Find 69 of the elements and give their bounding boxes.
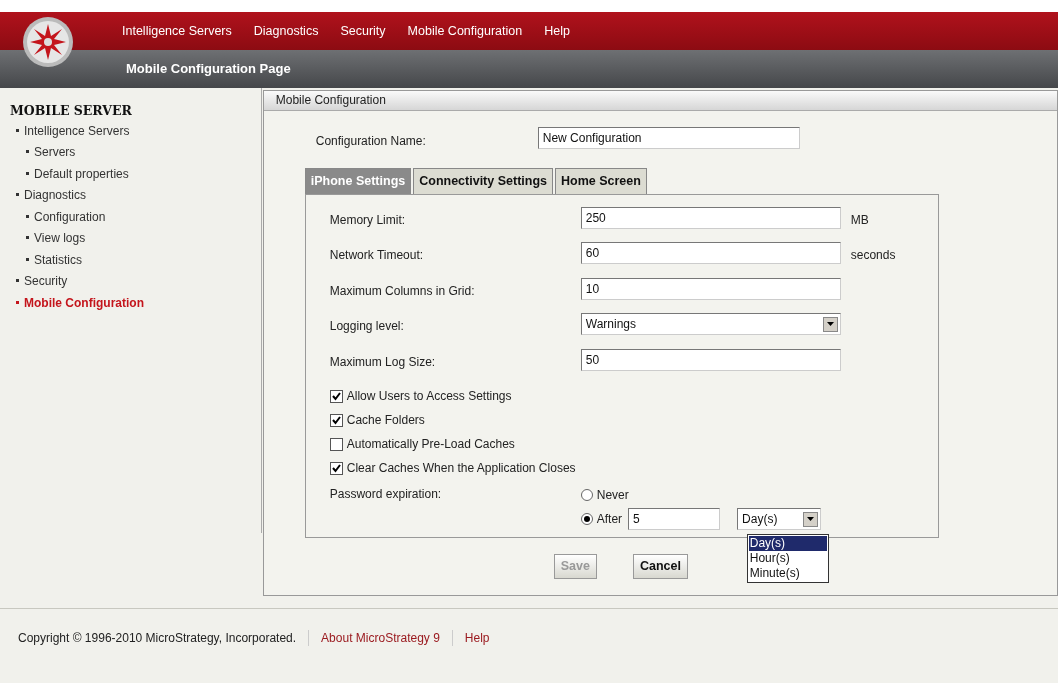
sidebar-item[interactable]: Configuration [26,209,106,224]
sidebar-item[interactable]: Intelligence Servers [16,123,130,138]
radio-dot-icon [583,516,590,523]
bullet-icon [16,300,19,304]
sidebar-item[interactable]: Default properties [26,166,129,181]
bullet-icon [16,279,19,283]
nav-link-item[interactable]: Security [340,21,386,41]
checkbox[interactable] [329,413,343,427]
sidebar-item[interactable]: Security [16,274,68,289]
dropdown-value: Warnings [585,316,636,334]
dropdown-option[interactable]: Hour(s) [748,550,827,566]
nav-link-item[interactable]: Intelligence Servers [122,21,232,41]
sidebar-item[interactable]: View logs [26,231,86,246]
unit-label: seconds [849,247,896,265]
dropdown-caret-icon [822,316,838,332]
input-field[interactable]: 60 [580,242,841,265]
checkbox-label: Allow Users to Access Settings [346,388,512,406]
radio-label: Never [596,487,629,505]
input-field[interactable]: New Configuration [537,127,800,149]
checkbox[interactable] [329,437,343,451]
radio-button[interactable] [580,489,593,502]
field-label: Memory Limit: [329,211,407,229]
form-button[interactable]: Cancel [632,553,688,579]
bullet-icon [16,193,19,197]
bullet-icon [26,171,29,175]
bullet-icon [16,128,19,132]
dropdown-caret-icon [803,511,819,527]
tab[interactable]: Connectivity Settings [413,168,553,194]
bullet-icon [26,236,29,240]
dropdown-option[interactable]: Day(s) [748,535,827,551]
field-label: Configuration Name: [315,133,427,150]
field-label: Maximum Log Size: [329,353,437,371]
checkbox-label: Clear Caches When the Application Closes [346,460,576,478]
radio-label: After [596,511,623,529]
input-field[interactable]: 10 [580,277,841,300]
footer-link[interactable]: About MicroStrategy 9 [321,629,440,647]
sidebar-item[interactable]: Diagnostics [16,188,87,203]
field-label: Network Timeout: [329,247,425,265]
sidebar-item[interactable]: Servers [26,145,76,160]
nav-link-item[interactable]: Mobile Configuration [407,21,523,41]
unit-label: MB [849,211,869,229]
checkbox[interactable] [329,461,343,475]
nav-link-item[interactable]: Help [544,21,570,41]
page-title: Mobile Configuration Page [126,60,291,79]
dropdown-field[interactable]: Day(s) [737,508,822,531]
input-field[interactable]: 250 [580,206,841,229]
dropdown-value: Day(s) [742,511,778,529]
checkbox-label: Automatically Pre-Load Caches [346,436,515,454]
field-label: Maximum Columns in Grid: [329,282,476,300]
bullet-icon [26,257,29,261]
input-field[interactable]: 5 [628,508,721,531]
bullet-icon [26,214,29,218]
bullet-icon [26,150,29,154]
dropdown-option[interactable]: Minute(s) [748,565,827,581]
sidebar-heading: MOBILE SERVER [10,102,133,120]
checkbox-label: Cache Folders [346,412,425,430]
field-label: Password expiration: [329,486,443,504]
dropdown-field[interactable]: Warnings [580,313,841,336]
footer-link[interactable]: Help [464,629,490,647]
sidebar-item[interactable]: Mobile Configuration [16,295,144,310]
sidebar-item[interactable]: Statistics [26,252,82,267]
checkbox[interactable] [329,389,343,403]
field-label: Logging level: [329,318,405,336]
input-field[interactable]: 50 [580,348,841,371]
copyright-text: Copyright © 1996-2010 MicroStrategy, Incorporated. [18,630,297,647]
tab[interactable]: Home Screen [555,168,647,194]
panel-title: Mobile Configuration [263,91,1057,111]
nav-link-item[interactable]: Diagnostics [253,21,319,41]
radio-button[interactable] [580,513,593,526]
